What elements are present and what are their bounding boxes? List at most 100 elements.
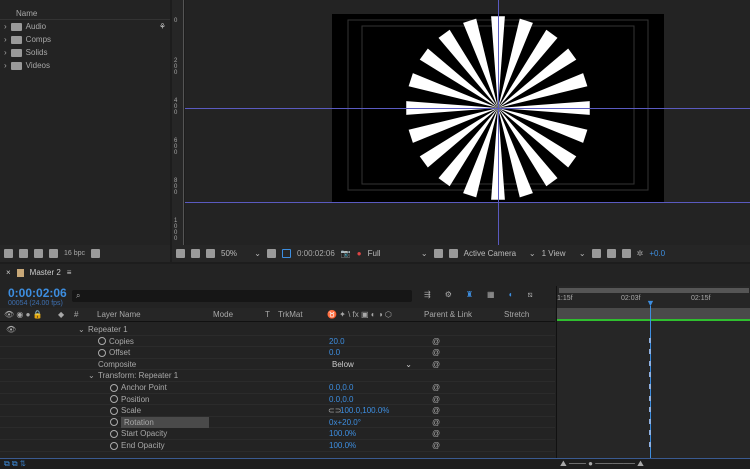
property-row[interactable]: Composite Below ⌄ @: [0, 359, 555, 371]
exposure-value[interactable]: +0.0: [649, 249, 665, 258]
close-icon[interactable]: ×: [6, 268, 11, 277]
keyframe-marker[interactable]: [649, 372, 651, 378]
snapshot-icon[interactable]: 📷: [341, 249, 351, 258]
property-name[interactable]: Position: [121, 394, 149, 406]
fast-previews-icon[interactable]: [591, 249, 601, 258]
stopwatch-icon[interactable]: [110, 429, 118, 438]
safe-zones-icon[interactable]: [267, 249, 276, 258]
property-value[interactable]: 0.0,0.0: [329, 394, 353, 406]
property-row[interactable]: Anchor Point 0.0,0.0 @: [0, 382, 555, 394]
views-dropdown[interactable]: 1 View ⌄: [542, 249, 586, 258]
draft-3d-icon[interactable]: ⚙: [445, 290, 452, 300]
comp-mini-flowchart-icon[interactable]: ⇶: [424, 290, 431, 300]
property-value[interactable]: 100.0%: [329, 428, 356, 440]
keyframe-marker[interactable]: [649, 360, 651, 366]
pickwhip-icon[interactable]: @: [432, 428, 440, 440]
stopwatch-icon[interactable]: [110, 418, 118, 427]
property-name[interactable]: Composite: [98, 359, 136, 371]
reset-exposure-icon[interactable]: ✲: [637, 249, 644, 258]
property-name[interactable]: End Opacity: [121, 440, 165, 452]
transparency-grid-icon[interactable]: [448, 249, 458, 258]
property-row[interactable]: ⌄ Transform: Repeater 1: [0, 370, 555, 382]
stopwatch-icon[interactable]: [98, 337, 106, 346]
property-name[interactable]: Anchor Point: [121, 382, 167, 394]
pickwhip-icon[interactable]: @: [432, 417, 440, 429]
keyframe-marker[interactable]: [649, 349, 651, 355]
toggle-switches-icon[interactable]: ⧉ ⧉ ⇅: [4, 459, 26, 469]
pickwhip-icon[interactable]: @: [432, 336, 440, 348]
property-value[interactable]: 20.0: [329, 336, 345, 348]
monitor-icon[interactable]: [191, 249, 200, 258]
work-area-bar[interactable]: [559, 288, 749, 293]
property-value[interactable]: 0.0,0.0: [329, 382, 353, 394]
vr-icon[interactable]: [206, 249, 215, 258]
resolution-dropdown[interactable]: Full ⌄: [368, 249, 428, 258]
new-folder-icon[interactable]: [19, 249, 28, 258]
property-row[interactable]: Start Opacity 100.0% @: [0, 428, 555, 440]
color-channels-icon[interactable]: ●: [357, 249, 362, 258]
guide-vertical[interactable]: [498, 0, 499, 245]
chevron-down-icon[interactable]: ⌄: [88, 370, 95, 382]
property-name[interactable]: Scale: [121, 405, 141, 417]
pickwhip-icon[interactable]: @: [432, 394, 440, 406]
stopwatch-icon[interactable]: [110, 441, 118, 450]
chevron-right-icon[interactable]: ›: [4, 59, 7, 72]
new-comp-icon[interactable]: [34, 249, 43, 258]
stopwatch-icon[interactable]: [110, 395, 118, 404]
property-row[interactable]: 👁 ⌄ Repeater 1: [0, 324, 555, 336]
property-row[interactable]: Scale ⊂⊃ 100.0,100.0% @: [0, 405, 555, 417]
timeline-icon[interactable]: [606, 249, 616, 258]
graph-editor-icon[interactable]: ⧅: [527, 290, 532, 300]
property-name[interactable]: Rotation: [121, 416, 209, 429]
menu-icon[interactable]: ≡: [67, 268, 72, 277]
frame-blending-icon[interactable]: ▦: [487, 290, 495, 300]
roi-icon[interactable]: [433, 249, 443, 258]
property-row[interactable]: End Opacity 100.0% @: [0, 440, 555, 452]
zoom-slider[interactable]: ⛰ ─── ● ─────── ⛰: [560, 459, 644, 469]
property-value[interactable]: 0.0: [329, 347, 340, 359]
property-name[interactable]: Offset: [109, 347, 130, 359]
project-folder[interactable]: › Videos: [4, 59, 50, 72]
trash-icon[interactable]: [91, 249, 101, 258]
keyframe-marker[interactable]: [649, 407, 651, 413]
pickwhip-icon[interactable]: @: [432, 382, 440, 394]
shy-layers-icon[interactable]: ♜: [466, 290, 473, 300]
chevron-right-icon[interactable]: ›: [4, 33, 7, 46]
stopwatch-icon[interactable]: [110, 406, 118, 415]
chevron-right-icon[interactable]: ›: [4, 20, 7, 33]
tab-master-2[interactable]: × Master 2 ≡: [6, 268, 71, 277]
project-column-name[interactable]: Name: [0, 8, 170, 20]
zoom-dropdown[interactable]: 50% ⌄: [221, 249, 261, 258]
pickwhip-icon[interactable]: @: [432, 359, 440, 371]
guide-horizontal[interactable]: [185, 202, 750, 203]
keyframe-marker[interactable]: [649, 418, 651, 424]
property-row[interactable]: Offset 0.0 @: [0, 347, 555, 359]
keyframe-marker[interactable]: [649, 384, 651, 389]
flowchart-icon[interactable]: ⚘: [159, 22, 166, 31]
guide-horizontal[interactable]: [185, 108, 750, 109]
stopwatch-icon[interactable]: [98, 348, 106, 357]
property-value[interactable]: 100.0%: [329, 440, 356, 452]
keyframe-marker[interactable]: [649, 442, 651, 447]
property-name[interactable]: Copies: [109, 336, 134, 348]
property-row[interactable]: Rotation 0x+20.0° @: [0, 416, 555, 429]
property-value[interactable]: 100.0,100.0%: [340, 405, 389, 417]
bpc-button[interactable]: 16 bpc: [64, 250, 85, 257]
interpret-footage-icon[interactable]: [4, 249, 13, 258]
camera-dropdown[interactable]: Active Camera ⌄: [464, 249, 536, 258]
chevron-right-icon[interactable]: ›: [4, 46, 7, 59]
pickwhip-icon[interactable]: @: [432, 440, 440, 452]
motion-blur-icon[interactable]: ◐: [509, 290, 514, 300]
pickwhip-icon[interactable]: @: [432, 405, 440, 417]
stopwatch-icon[interactable]: [110, 383, 118, 392]
keyframe-marker[interactable]: [649, 337, 651, 343]
eye-icon[interactable]: 👁: [6, 324, 16, 336]
flowchart-icon[interactable]: [621, 249, 631, 258]
mask-visibility-icon[interactable]: [282, 249, 291, 258]
current-timecode[interactable]: 0:00:02:06: [8, 286, 67, 300]
time-graph[interactable]: 1:15f 02:03f 02:15f ▼: [556, 286, 750, 458]
project-folder[interactable]: › Comps: [4, 33, 51, 46]
render-icon[interactable]: [49, 249, 58, 258]
project-folder[interactable]: › Audio: [4, 20, 46, 33]
property-row[interactable]: Position 0.0,0.0 @: [0, 394, 555, 406]
